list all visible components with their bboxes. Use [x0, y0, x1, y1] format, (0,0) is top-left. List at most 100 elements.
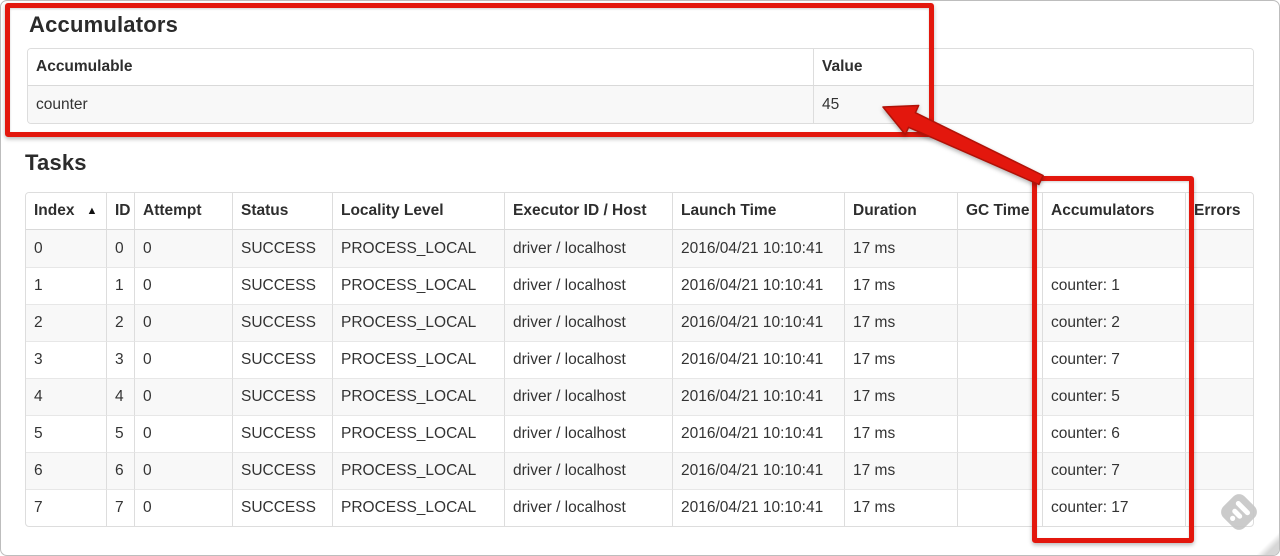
task-cell-id: 1 [106, 267, 134, 304]
accumulators-table: Accumulable Value counter 45 [27, 48, 1254, 124]
task-cell-locality-level: PROCESS_LOCAL [332, 304, 504, 341]
task-cell-executor-id-host: driver / localhost [504, 341, 672, 378]
launch-time-column-header[interactable]: Launch Time [672, 193, 844, 230]
task-cell-index: 2 [26, 304, 106, 341]
task-cell-accumulators: counter: 17 [1042, 489, 1185, 526]
id-column-header[interactable]: ID [106, 193, 134, 230]
task-cell-accumulators: counter: 7 [1042, 452, 1185, 489]
task-cell-status: SUCCESS [232, 341, 332, 378]
tasks-table-body: 0 0 0 SUCCESS PROCESS_LOCAL driver / localhos… [26, 230, 1253, 526]
task-row: 7 7 0 SUCCESS PROCESS_LOCAL driver / localhos… [26, 489, 1253, 526]
accumulators-section-title: Accumulators [29, 12, 179, 37]
task-cell-errors [1185, 378, 1253, 415]
task-cell-executor-id-host: driver / localhost [504, 267, 672, 304]
task-cell-executor-id-host: driver / localhost [504, 415, 672, 452]
task-cell-gc-time [957, 415, 1042, 452]
value-column-header[interactable]: Value [813, 49, 1253, 86]
task-row: 1 1 0 SUCCESS PROCESS_LOCAL driver / localhos… [26, 267, 1253, 304]
task-cell-attempt: 0 [134, 304, 232, 341]
task-cell-errors [1185, 267, 1253, 304]
task-cell-id: 7 [106, 489, 134, 526]
task-cell-id: 6 [106, 452, 134, 489]
task-cell-id: 2 [106, 304, 134, 341]
task-cell-attempt: 0 [134, 378, 232, 415]
task-cell-gc-time [957, 341, 1042, 378]
task-row: 6 6 0 SUCCESS PROCESS_LOCAL driver / localhos… [26, 452, 1253, 489]
task-cell-locality-level: PROCESS_LOCAL [332, 452, 504, 489]
task-cell-id: 4 [106, 378, 134, 415]
task-cell-accumulators: counter: 5 [1042, 378, 1185, 415]
task-cell-index: 5 [26, 415, 106, 452]
task-cell-launch-time: 2016/04/21 10:10:41 [672, 415, 844, 452]
task-cell-launch-time: 2016/04/21 10:10:41 [672, 489, 844, 526]
task-cell-index: 1 [26, 267, 106, 304]
task-cell-accumulators: counter: 1 [1042, 267, 1185, 304]
tasks-section-title: Tasks [25, 150, 87, 175]
task-cell-index: 0 [26, 230, 106, 267]
index-column-header[interactable]: Index ▲ [26, 193, 106, 230]
task-cell-attempt: 0 [134, 341, 232, 378]
sort-ascending-icon: ▲ [86, 205, 98, 217]
task-cell-attempt: 0 [134, 267, 232, 304]
task-cell-status: SUCCESS [232, 489, 332, 526]
accumulable-column-header[interactable]: Accumulable [28, 49, 813, 86]
gc-time-column-header[interactable]: GC Time [957, 193, 1042, 230]
task-row: 2 2 0 SUCCESS PROCESS_LOCAL driver / localhos… [26, 304, 1253, 341]
task-cell-index: 4 [26, 378, 106, 415]
task-cell-index: 6 [26, 452, 106, 489]
status-column-header[interactable]: Status [232, 193, 332, 230]
task-cell-accumulators: counter: 7 [1042, 341, 1185, 378]
attempt-column-header[interactable]: Attempt [134, 193, 232, 230]
accumulator-row: counter 45 [28, 86, 1253, 123]
task-cell-index: 7 [26, 489, 106, 526]
task-row: 5 5 0 SUCCESS PROCESS_LOCAL driver / localhos… [26, 415, 1253, 452]
task-cell-duration: 17 ms [844, 489, 957, 526]
task-cell-launch-time: 2016/04/21 10:10:41 [672, 304, 844, 341]
task-cell-status: SUCCESS [232, 415, 332, 452]
task-cell-id: 5 [106, 415, 134, 452]
task-cell-attempt: 0 [134, 452, 232, 489]
task-cell-locality-level: PROCESS_LOCAL [332, 267, 504, 304]
accumulable-name-cell: counter [28, 86, 813, 123]
accumulators-header-row: Accumulable Value [28, 49, 1253, 86]
tasks-table: Index ▲ ID Attempt Status Locality Level … [25, 192, 1254, 527]
task-cell-launch-time: 2016/04/21 10:10:41 [672, 230, 844, 267]
tasks-header-row: Index ▲ ID Attempt Status Locality Level … [26, 193, 1253, 230]
task-cell-errors [1185, 341, 1253, 378]
task-cell-gc-time [957, 452, 1042, 489]
task-cell-launch-time: 2016/04/21 10:10:41 [672, 452, 844, 489]
errors-column-header[interactable]: Errors [1185, 193, 1253, 230]
index-header-label: Index [34, 202, 75, 219]
task-cell-launch-time: 2016/04/21 10:10:41 [672, 341, 844, 378]
task-cell-accumulators [1042, 230, 1185, 267]
task-cell-gc-time [957, 378, 1042, 415]
task-cell-status: SUCCESS [232, 267, 332, 304]
task-cell-status: SUCCESS [232, 452, 332, 489]
task-cell-errors [1185, 415, 1253, 452]
task-cell-executor-id-host: driver / localhost [504, 489, 672, 526]
task-cell-id: 3 [106, 341, 134, 378]
executor-id-host-column-header[interactable]: Executor ID / Host [504, 193, 672, 230]
accumulable-value-cell: 45 [813, 86, 1253, 123]
task-row: 0 0 0 SUCCESS PROCESS_LOCAL driver / localhos… [26, 230, 1253, 267]
duration-column-header[interactable]: Duration [844, 193, 957, 230]
task-cell-executor-id-host: driver / localhost [504, 230, 672, 267]
task-cell-duration: 17 ms [844, 378, 957, 415]
task-cell-locality-level: PROCESS_LOCAL [332, 378, 504, 415]
task-cell-accumulators: counter: 6 [1042, 415, 1185, 452]
task-cell-locality-level: PROCESS_LOCAL [332, 341, 504, 378]
accumulators-column-header[interactable]: Accumulators [1042, 193, 1185, 230]
task-cell-duration: 17 ms [844, 304, 957, 341]
spark-ui-page: Accumulators Accumulable Value counter 4… [0, 0, 1280, 556]
page-corner-shadow [1257, 533, 1279, 555]
task-cell-id: 0 [106, 230, 134, 267]
task-cell-executor-id-host: driver / localhost [504, 378, 672, 415]
locality-level-column-header[interactable]: Locality Level [332, 193, 504, 230]
task-cell-attempt: 0 [134, 230, 232, 267]
task-cell-status: SUCCESS [232, 304, 332, 341]
task-cell-gc-time [957, 489, 1042, 526]
task-cell-duration: 17 ms [844, 415, 957, 452]
task-cell-status: SUCCESS [232, 230, 332, 267]
task-cell-gc-time [957, 304, 1042, 341]
task-cell-executor-id-host: driver / localhost [504, 304, 672, 341]
